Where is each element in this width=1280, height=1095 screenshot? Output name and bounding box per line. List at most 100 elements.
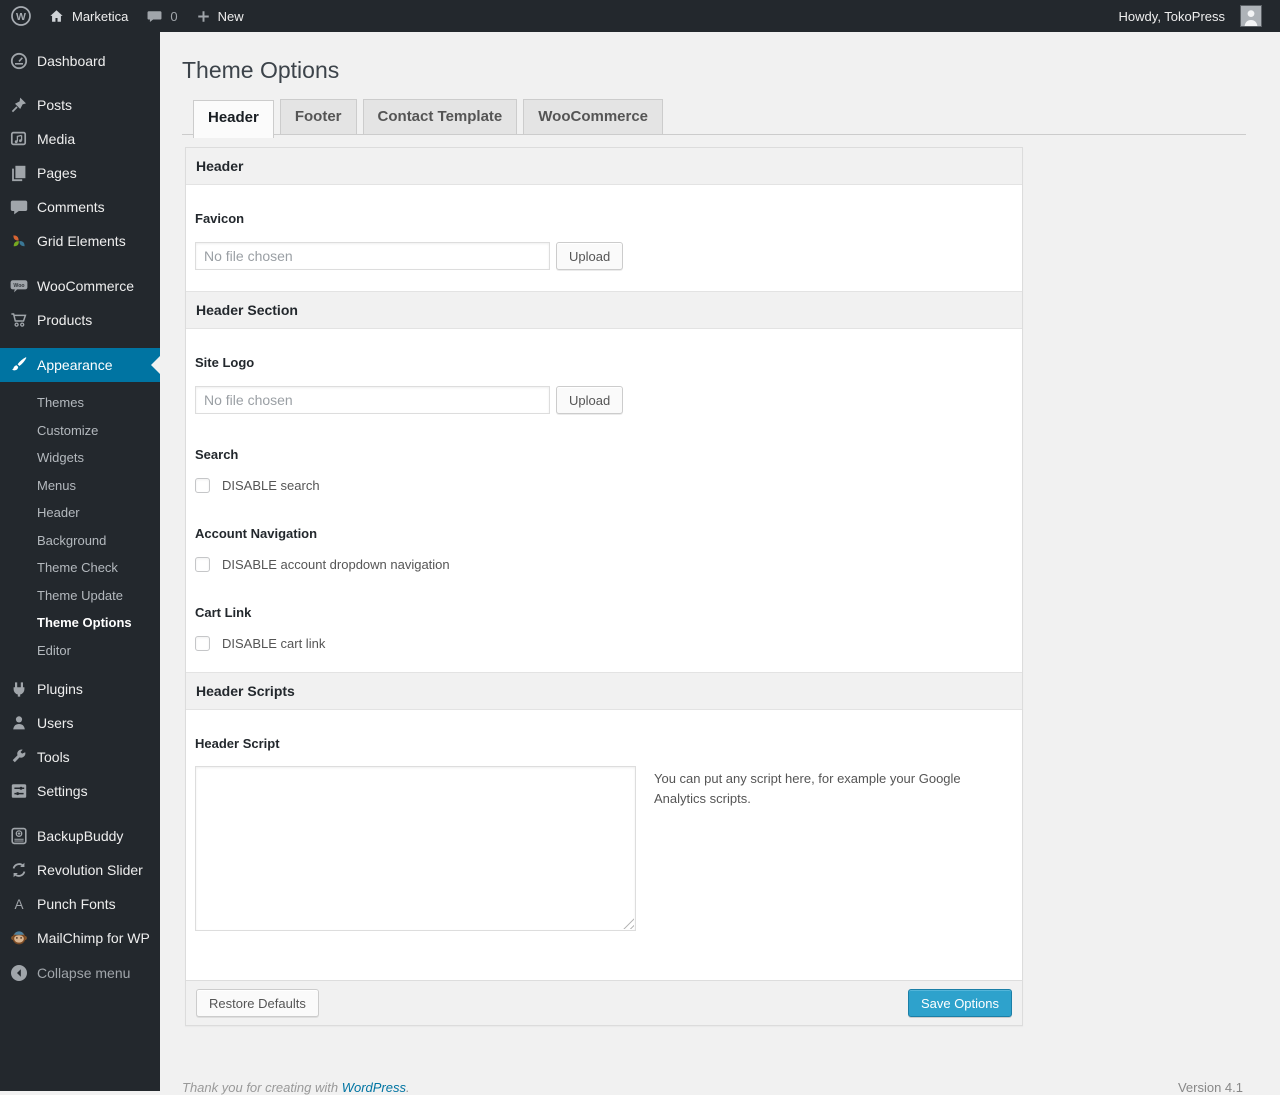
new-content-menu[interactable]: New (187, 0, 253, 32)
section-header-section-title: Header Section (186, 291, 1022, 329)
disable-search-label: DISABLE search (222, 478, 320, 493)
plus-icon (196, 9, 211, 24)
woocommerce-badge-icon: Woo (9, 276, 29, 296)
disable-account-nav-checkbox[interactable] (195, 557, 210, 572)
sidebar-subitem-background[interactable]: Background (0, 527, 160, 555)
sidebar-item-label: Settings (37, 783, 88, 799)
sidebar-item-posts[interactable]: Posts (0, 88, 160, 122)
comments-shortcut[interactable]: 0 (137, 0, 186, 32)
favicon-label: Favicon (195, 211, 245, 226)
sidebar-item-label: Users (37, 715, 74, 731)
sidebar-subitem-themes[interactable]: Themes (0, 389, 160, 417)
section-header-title: Header (186, 148, 1022, 185)
comment-bubble-icon (146, 8, 163, 25)
header-script-help: You can put any script here, for example… (654, 771, 961, 807)
wordpress-logo-menu[interactable]: W (0, 0, 39, 32)
sidebar-item-comments[interactable]: Comments (0, 190, 160, 224)
site-logo-label: Site Logo (195, 355, 255, 370)
sidebar-item-plugins[interactable]: Plugins (0, 672, 160, 706)
home-icon (48, 8, 65, 25)
favicon-upload-button[interactable]: Upload (556, 242, 624, 270)
sidebar-subitem-editor[interactable]: Editor (0, 637, 160, 665)
version-label: Version 4.1 (1177, 1080, 1243, 1095)
sidebar-item-grid-elements[interactable]: Grid Elements (0, 224, 160, 258)
header-script-textarea[interactable] (195, 766, 636, 931)
media-icon (9, 129, 29, 149)
sidebar-item-users[interactable]: Users (0, 706, 160, 740)
wrench-icon (9, 747, 29, 767)
sidebar-item-tools[interactable]: Tools (0, 740, 160, 774)
appearance-submenu: Themes Customize Widgets Menus Header Ba… (0, 382, 160, 672)
sidebar-item-label: Pages (37, 165, 77, 181)
disable-account-nav-option[interactable]: DISABLE account dropdown navigation (195, 557, 1010, 572)
disable-cart-link-checkbox[interactable] (195, 636, 210, 651)
panel-footer: Restore Defaults Save Options (186, 980, 1022, 1025)
plug-icon (9, 679, 29, 699)
sidebar-item-label: Dashboard (37, 53, 106, 69)
section-header-scripts-title: Header Scripts (186, 672, 1022, 710)
refresh-arrows-icon (9, 860, 29, 880)
tab-header[interactable]: Header (193, 100, 274, 138)
site-menu[interactable]: Marketica (39, 0, 137, 32)
paintbrush-icon (9, 355, 29, 375)
svg-text:W: W (16, 11, 26, 23)
main-content: Theme Options Header Footer Contact Temp… (160, 32, 1280, 1095)
search-label: Search (195, 447, 239, 462)
site-logo-file-input[interactable] (195, 386, 550, 414)
sidebar-subitem-header[interactable]: Header (0, 499, 160, 527)
disable-cart-link-option[interactable]: DISABLE cart link (195, 636, 1010, 651)
collapse-menu-button[interactable]: Collapse menu (0, 956, 160, 990)
mailchimp-monkey-icon (9, 928, 29, 948)
sidebar-item-backupbuddy[interactable]: BackupBuddy (0, 819, 160, 853)
page-title: Theme Options (182, 57, 340, 83)
sidebar-item-media[interactable]: Media (0, 122, 160, 156)
sidebar-item-revolution-slider[interactable]: Revolution Slider (0, 853, 160, 887)
sidebar-subitem-customize[interactable]: Customize (0, 417, 160, 445)
my-account-menu[interactable]: Howdy, TokoPress (1110, 0, 1271, 32)
save-options-button[interactable]: Save Options (907, 989, 1012, 1017)
sidebar-subitem-menus[interactable]: Menus (0, 472, 160, 500)
sidebar-item-punch-fonts[interactable]: A Punch Fonts (0, 887, 160, 921)
account-navigation-label: Account Navigation (195, 526, 318, 541)
sidebar-item-dashboard[interactable]: Dashboard (0, 44, 160, 78)
sidebar-subitem-theme-check[interactable]: Theme Check (0, 554, 160, 582)
sidebar-item-woocommerce[interactable]: Woo WooCommerce (0, 269, 160, 303)
sidebar-subitem-widgets[interactable]: Widgets (0, 444, 160, 472)
collapse-arrow-icon (9, 963, 29, 983)
new-label: New (217, 8, 244, 24)
footer-thanks: Thank you for creating with WordPress. (182, 1080, 410, 1095)
comment-count: 0 (170, 8, 178, 24)
disable-search-option[interactable]: DISABLE search (195, 478, 1010, 493)
sidebar-subitem-theme-options[interactable]: Theme Options (0, 609, 160, 637)
disable-search-checkbox[interactable] (195, 478, 210, 493)
sidebar-item-pages[interactable]: Pages (0, 156, 160, 190)
site-logo-upload-button[interactable]: Upload (556, 386, 624, 414)
sidebar-item-appearance[interactable]: Appearance (0, 348, 160, 382)
site-name: Marketica (72, 8, 129, 24)
sidebar-item-products[interactable]: Products (0, 303, 160, 337)
sidebar-item-label: Products (37, 312, 93, 328)
admin-bar: W Marketica 0 New Howdy, TokoPress (0, 0, 1280, 32)
sidebar-item-label: Comments (37, 199, 105, 215)
current-menu-arrow (151, 356, 160, 374)
theme-options-panel: Header Favicon Upload Header Section Sit… (185, 147, 1023, 1026)
header-script-label: Header Script (195, 736, 280, 751)
tab-woocommerce[interactable]: WooCommerce (523, 99, 664, 134)
admin-sidebar: Dashboard Posts Media Pages Comments Gri… (0, 32, 160, 1091)
sidebar-item-settings[interactable]: Settings (0, 774, 160, 808)
howdy-label: Howdy, TokoPress (1118, 8, 1225, 24)
cart-link-label: Cart Link (195, 605, 252, 620)
tab-contact-template[interactable]: Contact Template (362, 99, 518, 134)
sidebar-item-label: Tools (37, 749, 70, 765)
restore-defaults-button[interactable]: Restore Defaults (196, 989, 319, 1017)
sidebar-subitem-theme-update[interactable]: Theme Update (0, 582, 160, 610)
wordpress-link[interactable]: WordPress (342, 1080, 406, 1095)
tab-footer[interactable]: Footer (279, 99, 357, 134)
avatar (1240, 5, 1262, 27)
favicon-file-input[interactable] (195, 242, 550, 270)
cart-icon (9, 310, 29, 330)
sidebar-item-label: MailChimp for WP (37, 930, 150, 946)
sidebar-item-label: Grid Elements (37, 233, 126, 249)
sidebar-item-mailchimp[interactable]: MailChimp for WP (0, 921, 160, 955)
sidebar-item-label: Punch Fonts (37, 896, 116, 912)
